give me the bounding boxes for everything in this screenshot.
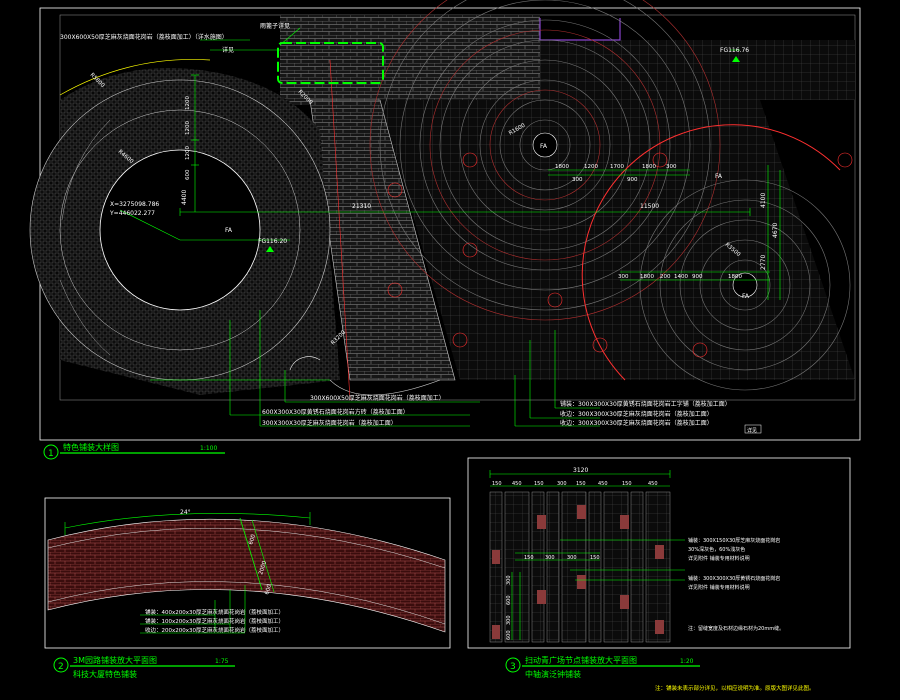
right-plaza-paving <box>380 100 855 380</box>
dim-bot-3: 1400 <box>674 274 688 280</box>
p3-dim-top-0: 150 <box>492 481 502 487</box>
callout-left-1: 600X300X30厚黄锈石烧面花岗岩方砖（荔枝加工面） <box>262 408 409 416</box>
bottom-edge-curve <box>329 379 441 396</box>
plan3-title: 扫动青广场节点铺装放大平面图 <box>525 655 637 665</box>
dim-top-2: 1700 <box>610 164 624 170</box>
dim-top2-0: 300 <box>572 177 583 183</box>
left-inner-lawn <box>99 149 261 311</box>
callout-tag: 详见 <box>747 427 757 434</box>
dim-bot-1: 1800 <box>640 274 654 280</box>
plan2-leader-lines <box>140 585 246 634</box>
plan1-callouts-right: 铺装：300X300X30厚黄锈石烧面花岗岩工字铺（荔枝加工面） 收边：300X… <box>560 400 762 434</box>
dim-left-2: 1200 <box>185 146 191 160</box>
p3-dim-mid-2: 300 <box>567 555 577 561</box>
plan1-coord-y: Y=446022.277 <box>109 210 155 217</box>
p3-dim-left-3: 600 <box>506 630 512 640</box>
plan1-callouts-left: 300X600X50厚芝麻灰烧面花岗岩（荔枝面加工） 600X300X30厚黄锈… <box>262 394 445 427</box>
plan2-note-2: 收边：200x200x30厚芝麻灰烧面花岗岩（荔枝面加工） <box>145 626 284 634</box>
callout-right-0: 铺装：300X300X30厚黄锈石烧面花岗岩工字铺（荔枝加工面） <box>560 400 731 408</box>
p3-dim-top-5: 450 <box>598 481 608 487</box>
plan3-group: 3120 150 450 150 300 150 450 150 450 150… <box>467 457 851 679</box>
dim-left-0: 1200 <box>185 96 191 110</box>
plan1-title-block: 1 特色铺装大样图 1:100 <box>43 442 225 460</box>
plan2-subtitle: 科技大厦特色铺装 <box>73 669 137 679</box>
plan2-note-1: 铺装：100x200x30厚芝麻灰烧面花岗岩（荔枝面加工） <box>145 617 284 625</box>
p3-dim-top-4: 150 <box>576 481 586 487</box>
p3-note-2: 详见附件 铺装专用材料说明 <box>688 555 750 562</box>
plan1-level-2: FG116.20 <box>258 238 287 245</box>
p3-dim-left-1: 600 <box>506 595 512 605</box>
plan1-dim-v-3: 4670 <box>772 223 779 238</box>
p3-note-4: 详见附件 铺装专用材料说明 <box>688 584 750 591</box>
p3-dim-top-1: 450 <box>512 481 522 487</box>
plan2-note-0: 铺装：400x200x30厚芝麻灰烧面花岗岩（荔枝面加工） <box>145 608 284 616</box>
dim-bot-0: 300 <box>618 274 629 280</box>
plan2-title: 3M园路铺装放大平面图 <box>73 655 157 665</box>
plan1-corner-note2: 详见 <box>222 46 234 54</box>
plan3-notes: 铺装：300X150X30厚芝麻灰烧面花岗岩 30%深灰色，60%浅灰色 详见附… <box>688 537 784 632</box>
plan3-subtitle: 中轴演泛钟铺装 <box>525 669 581 679</box>
p3-dim-top-7: 450 <box>648 481 658 487</box>
dim-top-0: 1800 <box>555 164 569 170</box>
callout-left-2: 300X300X30厚芝麻灰烧面花岗岩（荔枝加工面） <box>262 419 397 427</box>
p3-dim-mid-1: 300 <box>545 555 555 561</box>
callout-right-1: 收边：300X300X30厚芝麻灰烧面花岗岩（荔枝加工面） <box>560 410 713 418</box>
plan1-dim-v-2: 4100 <box>760 193 767 208</box>
plan1-title: 特色铺装大样图 <box>63 442 119 452</box>
plan3-title-block: 3 扫动青广场节点铺装放大平面图 1:20 中轴演泛钟铺装 <box>505 655 700 679</box>
plan3-scale: 1:20 <box>680 658 694 665</box>
p3-dim-top-2: 150 <box>534 481 544 487</box>
p3-dim-mid-0: 150 <box>524 555 534 561</box>
p3-note-0: 铺装：300X150X30厚芝麻灰烧面花岗岩 <box>688 537 780 544</box>
p3-dim-left-0: 300 <box>506 575 512 585</box>
plan1-level-1: FG116.76 <box>720 47 749 54</box>
plan3-number: 3 <box>510 662 516 672</box>
plan1-corner-note: 雨篦子详见 <box>260 22 290 30</box>
plan1-dim-v-1: 4400 <box>181 190 188 205</box>
cad-drawing-canvas: 300X600X50厚芝麻灰烧面花岗岩（荔枝面加工）（详水施图） 雨篦子详见 详… <box>29 0 861 692</box>
plan1-top-note: 300X600X50厚芝麻灰烧面花岗岩（荔枝面加工）（详水施图） <box>60 33 228 41</box>
plan1-scale: 1:100 <box>200 445 217 452</box>
plan2-title-block: 2 3M园路铺装放大平面图 1:75 科技大厦特色铺装 <box>53 655 235 679</box>
dim-top2-1: 900 <box>627 177 638 183</box>
callout-left-0: 300X600X50厚芝麻灰烧面花岗岩（荔枝面加工） <box>310 394 445 402</box>
plan3-dim-total: 3120 <box>573 467 588 474</box>
plan2-group: 24° 600 2000 600 铺装：400x200x30厚芝麻灰烧面花岗岩（… <box>44 497 451 679</box>
plan1-fa-3: FA <box>715 173 723 180</box>
callout-right-2: 收边：300X300X30厚芝麻灰烧面花岗岩（荔枝加工面） <box>560 419 713 427</box>
plan2-number: 2 <box>58 662 64 672</box>
dim-left-3: 600 <box>185 169 191 180</box>
dim-bot-4: 900 <box>692 274 703 280</box>
plan1-dim-v-4: 2770 <box>760 255 767 270</box>
plan1-fa-1: FA <box>225 227 233 234</box>
plan2-angle: 24° <box>180 509 191 516</box>
plan1-fa-4: FA <box>742 293 750 300</box>
sheet-note: 注：铺装未表示部分详见，以相应说明为准。原版大图详见此图。 <box>655 684 815 692</box>
plan2-scale: 1:75 <box>215 658 229 665</box>
plan1-number: 1 <box>48 449 54 459</box>
p3-dim-top-6: 150 <box>622 481 632 487</box>
dim-left-1: 1200 <box>185 121 191 135</box>
dim-bot-5: 1800 <box>728 274 742 280</box>
plan1-dim-long-2: 11500 <box>640 203 659 210</box>
plan1-coord-x: X=3275098.786 <box>110 201 159 208</box>
p3-note-3: 铺装：300X300X30厚黄锈石烧面花岗岩 <box>688 575 780 582</box>
p3-note-1: 30%深灰色，60%浅灰色 <box>688 546 745 553</box>
p3-dim-top-3: 300 <box>557 481 567 487</box>
dim-top-1: 1200 <box>584 164 598 170</box>
p3-footnote: 注：留缝宽度及石材边缘石材为20mm缝。 <box>688 625 784 632</box>
plan1-dim-long-1: 21310 <box>352 203 371 210</box>
plan1-group: 300X600X50厚芝麻灰烧面花岗岩（荔枝面加工）（详水施图） 雨篦子详见 详… <box>29 0 861 460</box>
dim-top-3: 1800 <box>642 164 656 170</box>
dim-top-4: 300 <box>666 164 677 170</box>
plan1-fa-2: FA <box>540 143 548 150</box>
dim-bot-2: 200 <box>660 274 671 280</box>
p3-dim-left-2: 300 <box>506 615 512 625</box>
p3-dim-mid-3: 150 <box>590 555 600 561</box>
